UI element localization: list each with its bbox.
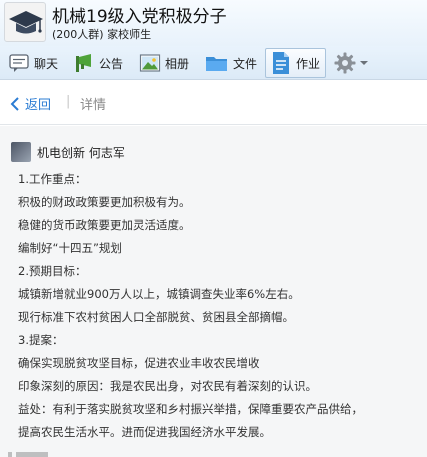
author-name: 机电创新 何志军: [37, 145, 125, 160]
avatar[interactable]: [11, 142, 31, 162]
post-line: 编制好“十四五”规划: [18, 241, 122, 255]
tab-chat-label: 聊天: [34, 56, 59, 71]
tab-files[interactable]: 文件: [205, 48, 257, 78]
post-line: 益处：有利于落实脱贫攻坚和乡村振兴举措，保障重要农产品供给，: [18, 402, 363, 416]
tab-announcement-label: 公告: [99, 56, 124, 71]
post-line: 积极的财政政策要更加积极有为。: [18, 195, 191, 209]
graduation-cap-icon: [9, 11, 43, 34]
homework-icon: [273, 52, 289, 74]
group-subtitle: (200人群) 家校师生: [52, 28, 152, 41]
gear-icon: [334, 52, 356, 74]
post-line: 稳健的货币政策要更加灵活适度。: [18, 218, 191, 232]
back-label: 返回: [25, 98, 52, 113]
back-button[interactable]: 返回: [10, 94, 51, 113]
tab-announcement[interactable]: 公告: [73, 48, 123, 78]
post-content: 机电创新 何志军 1.工作重点： 积极的财政政策要更加积极有为。 稳健的货币政策…: [0, 126, 427, 457]
megaphone-icon: [76, 54, 91, 72]
settings-menu-button[interactable]: [333, 48, 369, 78]
group-toolbar: 聊天 公告 相册 文件 作业: [0, 46, 427, 80]
tab-chat[interactable]: 聊天: [8, 48, 58, 78]
next-post-cutoff: [8, 452, 68, 457]
photo-icon: [139, 54, 161, 72]
post-line: 3.提案：: [18, 333, 64, 347]
tab-album-label: 相册: [165, 56, 190, 71]
group-avatar[interactable]: [4, 2, 46, 42]
post-line: 印象深刻的原因：我是农民出身，对农民有着深刻的认识。: [18, 379, 317, 393]
tab-homework-label: 作业: [296, 56, 321, 71]
tab-homework[interactable]: 作业: [265, 48, 327, 78]
tab-files-label: 文件: [233, 56, 258, 71]
post-author: 机电创新 何志军: [11, 142, 125, 162]
post-line: 城镇新增就业900万人以上，城镇调查失业率6%左右。: [18, 287, 300, 301]
post-line: 确保实现脱贫攻坚目标，促进农业丰收农民增收: [18, 356, 260, 370]
detail-nav-bar: 返回 | 详情: [0, 81, 427, 125]
nav-separator: |: [66, 94, 71, 109]
group-header: 机械19级入党积极分子 (200人群) 家校师生: [0, 0, 427, 46]
post-line: 提高农民生活水平。进而促进我国经济水平发展。: [18, 425, 271, 439]
chevron-left-icon: [10, 96, 19, 111]
group-title: 机械19级入党积极分子: [52, 7, 227, 27]
post-line: 现行标准下农村贫困人口全部脱贫、贫困县全部摘帽。: [18, 310, 294, 324]
page-title: 详情: [80, 98, 107, 113]
chevron-down-icon: [360, 61, 368, 65]
tab-album[interactable]: 相册: [139, 48, 189, 78]
folder-icon: [206, 57, 227, 71]
post-line: 1.工作重点：: [18, 172, 87, 186]
chat-icon: [9, 54, 29, 72]
post-line: 2.预期目标：: [18, 264, 87, 278]
